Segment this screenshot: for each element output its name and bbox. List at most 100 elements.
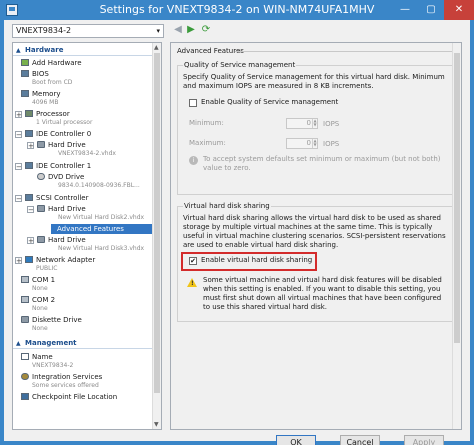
expand-minus-icon[interactable]: − xyxy=(15,131,22,139)
refresh-icon[interactable]: ⟳ xyxy=(200,24,212,36)
expand-plus-icon[interactable]: + xyxy=(27,237,34,245)
tree-item-hard-drive-scsi-1[interactable]: Hard Drive xyxy=(37,205,86,214)
tree-item-diskette-drive[interactable]: Diskette Drive xyxy=(21,316,82,325)
tree-item-sublabel: None xyxy=(32,325,48,332)
tree-item-label: Network Adapter xyxy=(36,256,96,264)
add-hardware-icon xyxy=(21,59,29,66)
hard-drive-icon xyxy=(37,141,45,148)
back-arrow-icon[interactable]: ◀ xyxy=(172,24,184,36)
panel-scroll-thumb[interactable] xyxy=(454,53,460,343)
tree-item-integration-services[interactable]: Integration Services xyxy=(21,373,102,382)
tree-item-dvd-drive[interactable]: DVD Drive xyxy=(37,173,84,182)
tree-item-ide-controller-0[interactable]: IDE Controller 0 xyxy=(25,130,91,139)
enable-sharing-label[interactable]: Enable virtual hard disk sharing xyxy=(201,256,312,265)
hardware-section-header[interactable]: ▲ Hardware xyxy=(13,45,153,56)
expand-minus-icon[interactable]: − xyxy=(27,206,34,214)
minimum-iops-field[interactable]: 0 ▲ ▼ xyxy=(286,118,318,129)
expand-plus-icon[interactable]: + xyxy=(27,142,34,150)
vm-selector-value: VNEXT9834-2 xyxy=(16,26,72,35)
tree-scrollbar[interactable]: ▲ ▼ xyxy=(152,43,161,429)
tree-item-checkpoint-file-location[interactable]: Checkpoint File Location xyxy=(21,393,117,402)
enable-qos-checkbox[interactable] xyxy=(189,99,197,107)
tree-item-label: Add Hardware xyxy=(32,59,82,67)
maximum-iops-spinner[interactable]: ▲ ▼ xyxy=(312,139,317,148)
qos-description: Specify Quality of Service management fo… xyxy=(183,73,445,90)
warning-icon: ! xyxy=(187,278,197,287)
apply-button[interactable]: Apply xyxy=(404,435,444,445)
tree-item-com-1[interactable]: COM 1 xyxy=(21,276,55,285)
expand-plus-icon[interactable]: + xyxy=(15,257,22,265)
minimum-iops-spinner[interactable]: ▲ ▼ xyxy=(312,119,317,128)
expand-minus-icon[interactable]: − xyxy=(15,163,22,171)
maximize-button[interactable]: ▢ xyxy=(418,0,444,20)
management-section-header[interactable]: ▲ Management xyxy=(13,338,153,349)
cancel-button[interactable]: Cancel xyxy=(340,435,380,445)
panel-scrollbar[interactable] xyxy=(452,43,461,429)
tree-item-scsi-controller[interactable]: SCSI Controller xyxy=(25,194,89,203)
tree-item-sublabel: 9834.0.140908-0936.FBL... xyxy=(58,182,140,189)
tree-item-com-2[interactable]: COM 2 xyxy=(21,296,55,305)
tree-scroll-thumb[interactable] xyxy=(154,53,160,393)
maximum-unit: IOPS xyxy=(323,140,340,148)
vm-selector-dropdown[interactable]: VNEXT9834-2 ▾ xyxy=(12,24,164,38)
tree-item-add-hardware[interactable]: Add Hardware xyxy=(21,59,82,68)
close-button[interactable]: ✕ xyxy=(444,0,474,20)
tree-item-sublabel: 4096 MB xyxy=(32,99,59,106)
tree-item-ide-controller-1[interactable]: IDE Controller 1 xyxy=(25,162,91,171)
collapse-icon[interactable]: ▲ xyxy=(16,338,21,349)
dvd-drive-icon xyxy=(37,173,45,180)
tree-item-memory[interactable]: Memory xyxy=(21,90,60,99)
maximum-label: Maximum: xyxy=(189,139,226,147)
tree-item-label: IDE Controller 0 xyxy=(36,130,92,138)
minimum-unit: IOPS xyxy=(323,120,340,128)
diskette-icon xyxy=(21,316,29,323)
tree-item-label: Diskette Drive xyxy=(32,316,82,324)
collapse-icon[interactable]: ▲ xyxy=(16,45,21,56)
sharing-description: Virtual hard disk sharing allows the vir… xyxy=(183,214,446,249)
tree-item-bios[interactable]: BIOS xyxy=(21,70,49,79)
minimum-label: Minimum: xyxy=(189,119,224,127)
tree-item-sublabel: Some services offered xyxy=(32,382,99,389)
scroll-down-icon[interactable]: ▼ xyxy=(154,421,159,428)
ok-button[interactable]: OK xyxy=(276,435,316,445)
expand-minus-icon[interactable]: − xyxy=(15,195,22,203)
tree-item-label: IDE Controller 1 xyxy=(36,162,92,170)
title-bar[interactable]: Settings for VNEXT9834-2 on WIN-NM74UFA1… xyxy=(0,0,474,20)
network-adapter-icon xyxy=(25,256,33,263)
name-icon xyxy=(21,353,29,360)
chevron-down-icon: ▾ xyxy=(156,27,160,35)
tree-item-processor[interactable]: Processor xyxy=(25,110,70,119)
memory-icon xyxy=(21,90,29,97)
tree-item-label: Integration Services xyxy=(32,373,103,381)
panel-header: Advanced Features xyxy=(177,47,244,55)
tree-item-sublabel: 1 Virtual processor xyxy=(36,119,93,126)
tree-item-hard-drive-ide[interactable]: Hard Drive xyxy=(37,141,86,150)
hardware-tree[interactable]: ▲ Hardware Add Hardware BIOS Boot from C… xyxy=(12,42,162,430)
expand-plus-icon[interactable]: + xyxy=(15,111,22,119)
tree-item-network-adapter[interactable]: Network Adapter xyxy=(25,256,95,265)
com-port-icon xyxy=(21,296,29,303)
tree-item-sublabel: Boot from CD xyxy=(32,79,73,86)
enable-sharing-checkbox[interactable]: ✔ xyxy=(189,257,197,265)
tree-item-hard-drive-scsi-2[interactable]: Hard Drive xyxy=(37,236,86,245)
maximum-iops-value: 0 xyxy=(306,139,311,147)
advanced-features-panel: Advanced Features Quality of Service man… xyxy=(170,42,462,430)
tree-item-label: SCSI Controller xyxy=(36,194,89,202)
integration-services-icon xyxy=(21,373,29,380)
enable-qos-label[interactable]: Enable Quality of Service management xyxy=(201,98,338,107)
tree-item-name[interactable]: Name xyxy=(21,353,53,362)
com-port-icon xyxy=(21,276,29,283)
info-icon: i xyxy=(189,156,198,165)
maximum-iops-field[interactable]: 0 ▲ ▼ xyxy=(286,138,318,149)
dialog-client: VNEXT9834-2 ▾ ◀ ▶ ⟳ ▲ Hardware Add Hardw… xyxy=(4,20,470,445)
hardware-section-label: Hardware xyxy=(25,46,64,54)
bios-chip-icon xyxy=(21,70,29,77)
forward-arrow-icon[interactable]: ▶ xyxy=(185,24,197,36)
tree-item-advanced-features[interactable]: Advanced Features xyxy=(51,224,153,234)
scroll-up-icon[interactable]: ▲ xyxy=(154,44,159,51)
minimize-button[interactable]: — xyxy=(392,0,418,20)
panel-header-divider xyxy=(235,51,457,52)
checkpoint-icon xyxy=(21,393,29,400)
tree-item-label: COM 1 xyxy=(32,276,56,284)
tree-item-label: Hard Drive xyxy=(48,141,86,149)
